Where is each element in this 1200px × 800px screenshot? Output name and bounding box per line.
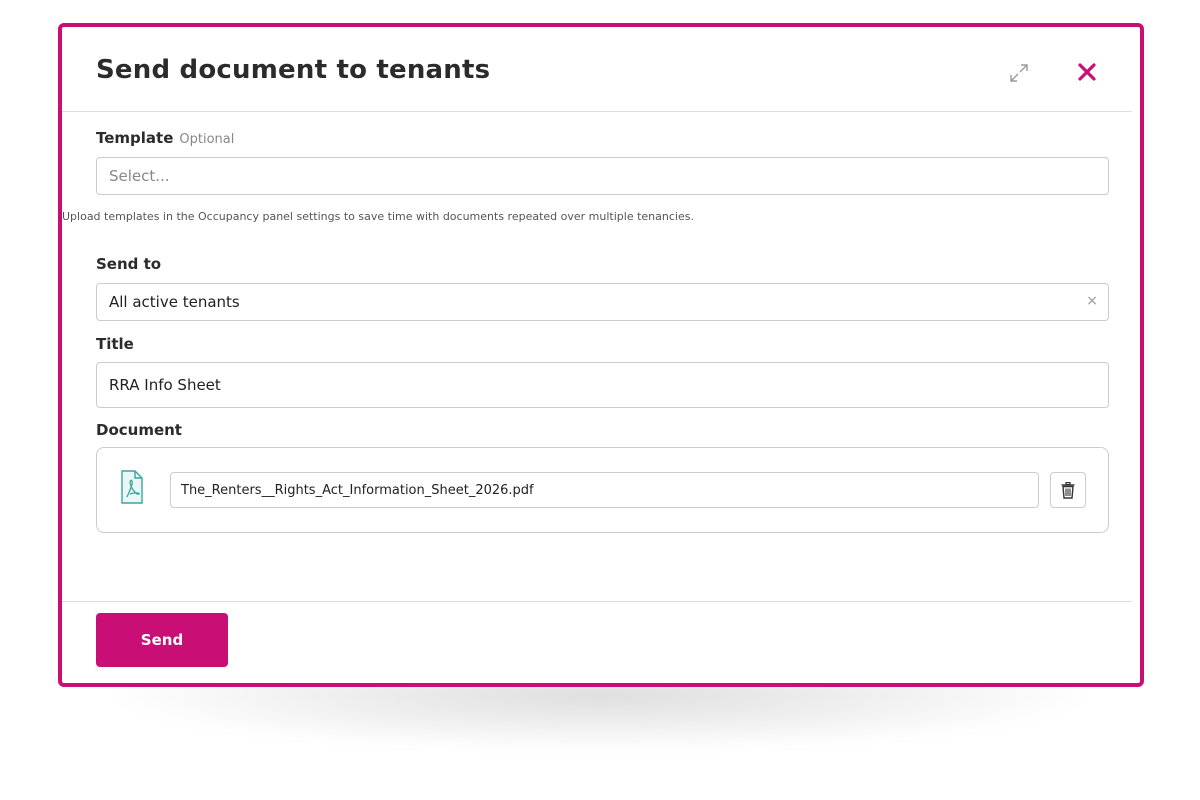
pdf-file-icon — [121, 470, 143, 504]
template-help-text: Upload templates in the Occupancy panel … — [62, 210, 694, 223]
close-icon — [1078, 63, 1096, 81]
modal-header: Send document to tenants — [62, 27, 1132, 112]
trash-icon — [1061, 482, 1075, 499]
send-to-label: Send to — [96, 255, 162, 273]
clear-selection-icon[interactable]: × — [1086, 293, 1098, 309]
close-button[interactable] — [1072, 57, 1102, 87]
send-button[interactable]: Send — [96, 613, 228, 667]
title-input[interactable]: RRA Info Sheet — [96, 362, 1109, 408]
template-label-text: Template — [96, 129, 174, 147]
document-filename-field[interactable]: The_Renters__Rights_Act_Information_Shee… — [170, 472, 1039, 508]
send-to-select[interactable]: All active tenants × — [96, 283, 1109, 321]
modal-title: Send document to tenants — [96, 55, 491, 85]
document-filename: The_Renters__Rights_Act_Information_Shee… — [181, 483, 534, 498]
expand-icon — [1010, 64, 1028, 82]
template-label: Template Optional — [96, 129, 234, 147]
send-to-value: All active tenants — [109, 293, 240, 311]
expand-button[interactable] — [1007, 61, 1031, 85]
footer-divider — [62, 601, 1132, 602]
template-select-placeholder: Select... — [109, 167, 170, 185]
title-input-value: RRA Info Sheet — [109, 376, 221, 394]
template-select[interactable]: Select... — [96, 157, 1109, 195]
send-document-modal: Send document to tenants Template Optiona… — [58, 23, 1144, 687]
document-label: Document — [96, 421, 182, 439]
title-label: Title — [96, 335, 134, 353]
optional-tag: Optional — [179, 132, 235, 147]
document-attachment-box: The_Renters__Rights_Act_Information_Shee… — [96, 447, 1109, 533]
delete-document-button[interactable] — [1050, 472, 1086, 508]
